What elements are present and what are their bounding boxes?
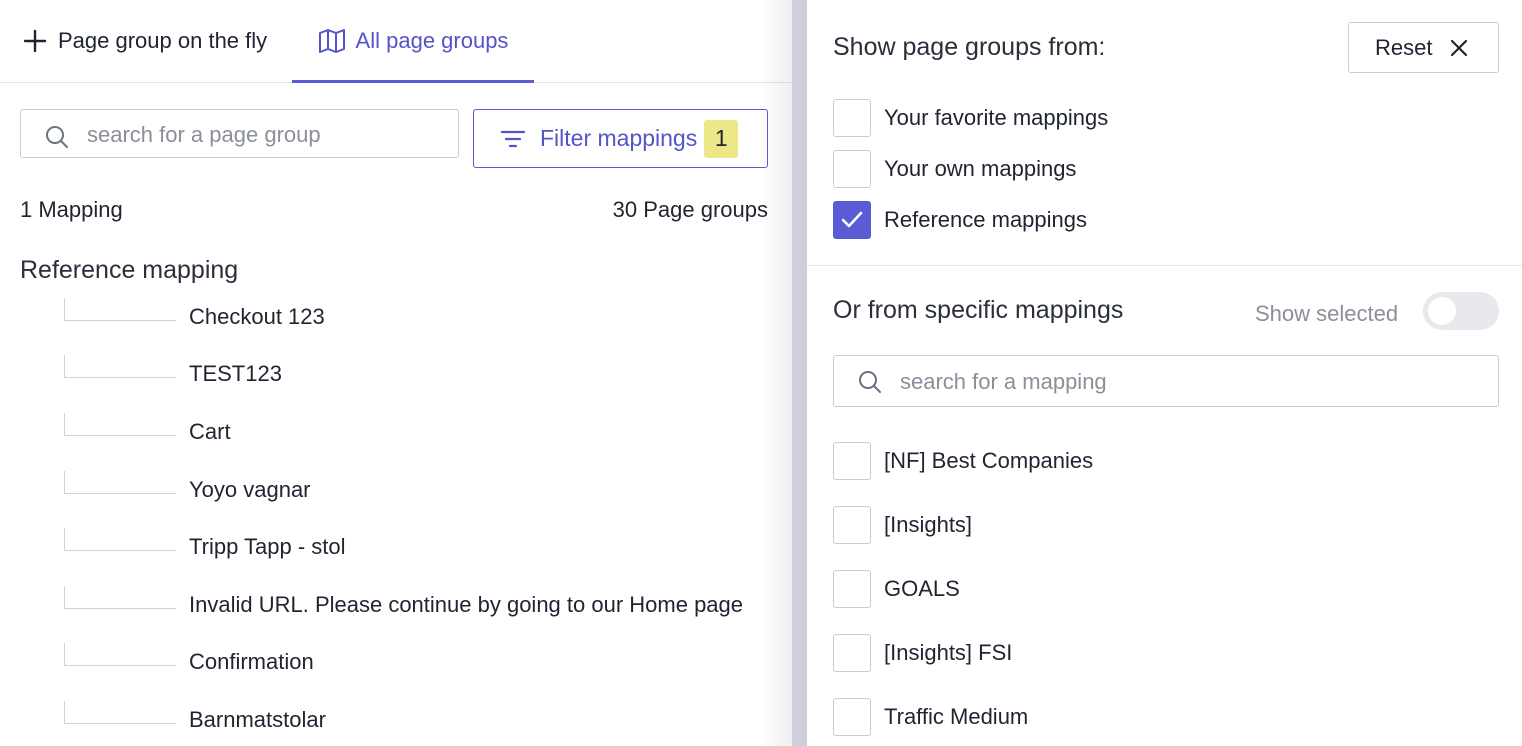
- reset-button[interactable]: Reset: [1348, 22, 1499, 73]
- tree-connector: [64, 413, 176, 436]
- list-item[interactable]: Cart: [0, 413, 792, 453]
- section-divider: [807, 265, 1522, 266]
- checkbox[interactable]: [833, 99, 871, 137]
- checkbox[interactable]: [833, 634, 871, 672]
- map-icon: [318, 28, 346, 54]
- search-icon: [858, 370, 882, 399]
- mapping-option[interactable]: [Insights]: [833, 505, 972, 545]
- tab-bar: Page group on the fly All page groups: [0, 0, 792, 83]
- show-selected-toggle[interactable]: [1423, 292, 1499, 330]
- checkbox-label: Your favorite mappings: [884, 105, 1109, 130]
- mapping-option[interactable]: [Insights] FSI: [833, 633, 1012, 673]
- plus-icon: [22, 28, 48, 54]
- page-group-label: Checkout 123: [189, 304, 325, 329]
- mapping-search-input[interactable]: [898, 356, 1482, 408]
- tree-connector: [64, 471, 176, 494]
- mapping-count: 1 Mapping: [20, 197, 123, 222]
- mapping-search: [833, 355, 1499, 408]
- page-group-count: 30 Page groups: [612, 197, 768, 222]
- checkbox[interactable]: [833, 570, 871, 608]
- background-page-edge: [792, 0, 807, 746]
- checkbox[interactable]: [833, 150, 871, 188]
- page-group-label: Confirmation: [189, 649, 314, 674]
- tab-all-page-groups[interactable]: All page groups: [292, 0, 534, 83]
- list-item[interactable]: Confirmation: [0, 643, 792, 683]
- show-page-groups-title: Show page groups from:: [833, 33, 1106, 61]
- source-own-mappings[interactable]: Your own mappings: [833, 149, 1076, 189]
- filter-mappings-drawer: Show page groups from: Reset Your favori…: [807, 0, 1522, 746]
- checkbox-label: GOALS: [884, 576, 960, 601]
- list-item[interactable]: Barnmatstolar: [0, 701, 792, 741]
- toggle-knob: [1428, 297, 1456, 325]
- checkbox-checked[interactable]: [833, 201, 871, 239]
- page-group-label: Yoyo vagnar: [189, 477, 311, 502]
- page-group-search: [20, 109, 459, 159]
- tree-connector: [64, 643, 176, 666]
- page-group-label: Cart: [189, 419, 231, 444]
- page-group-search-input[interactable]: [85, 110, 449, 159]
- checkbox[interactable]: [833, 698, 871, 736]
- mapping-option[interactable]: GOALS: [833, 569, 960, 609]
- tab-label: All page groups: [355, 28, 509, 53]
- checkbox-label: [Insights] FSI: [884, 640, 1013, 665]
- show-selected-label: Show selected: [1255, 301, 1399, 326]
- source-reference-mappings[interactable]: Reference mappings: [833, 200, 1087, 240]
- search-icon: [45, 125, 69, 154]
- close-icon: [1450, 39, 1468, 57]
- mapping-option[interactable]: Traffic Medium: [833, 697, 1028, 737]
- page-group-label: Tripp Tapp - stol: [189, 534, 346, 559]
- source-favorite-mappings[interactable]: Your favorite mappings: [833, 98, 1108, 138]
- list-item[interactable]: Invalid URL. Please continue by going to…: [0, 586, 792, 626]
- filter-count-badge: 1: [704, 119, 739, 158]
- list-item[interactable]: Yoyo vagnar: [0, 471, 792, 511]
- tree-connector: [64, 298, 176, 321]
- page-group-label: Barnmatstolar: [189, 707, 326, 732]
- page-groups-panel: Page group on the fly All page groups Fi…: [0, 0, 792, 746]
- checkbox-label: [NF] Best Companies: [884, 448, 1094, 473]
- checkbox-label: Your own mappings: [884, 156, 1077, 181]
- specific-mappings-title: Or from specific mappings: [833, 296, 1124, 324]
- mapping-option[interactable]: [NF] Best Companies: [833, 441, 1093, 481]
- panel-shadow: [760, 0, 792, 746]
- checkbox[interactable]: [833, 506, 871, 544]
- page-group-label: Invalid URL. Please continue by going to…: [189, 592, 744, 617]
- tree-connector: [64, 701, 176, 724]
- checkbox-label: Traffic Medium: [884, 704, 1029, 729]
- checkbox-label: Reference mappings: [884, 207, 1088, 232]
- tab-page-group-on-the-fly[interactable]: Page group on the fly: [22, 0, 267, 82]
- filter-mappings-button[interactable]: Filter mappings 1: [473, 109, 768, 168]
- checkbox-label: [Insights]: [884, 512, 973, 537]
- list-item[interactable]: Checkout 123: [0, 298, 792, 338]
- list-item[interactable]: TEST123: [0, 355, 792, 395]
- reset-label: Reset: [1375, 34, 1433, 60]
- filter-mappings-label: Filter mappings: [540, 125, 698, 151]
- tree-connector: [64, 586, 176, 609]
- tree-connector: [64, 528, 176, 551]
- checkbox[interactable]: [833, 442, 871, 480]
- list-item[interactable]: Tripp Tapp - stol: [0, 528, 792, 568]
- tree-connector: [64, 355, 176, 378]
- tab-label: Page group on the fly: [58, 28, 268, 53]
- check-icon: [841, 211, 863, 228]
- mapping-section-title: Reference mapping: [20, 256, 239, 284]
- page-group-label: TEST123: [189, 361, 282, 386]
- filter-icon: [500, 129, 526, 149]
